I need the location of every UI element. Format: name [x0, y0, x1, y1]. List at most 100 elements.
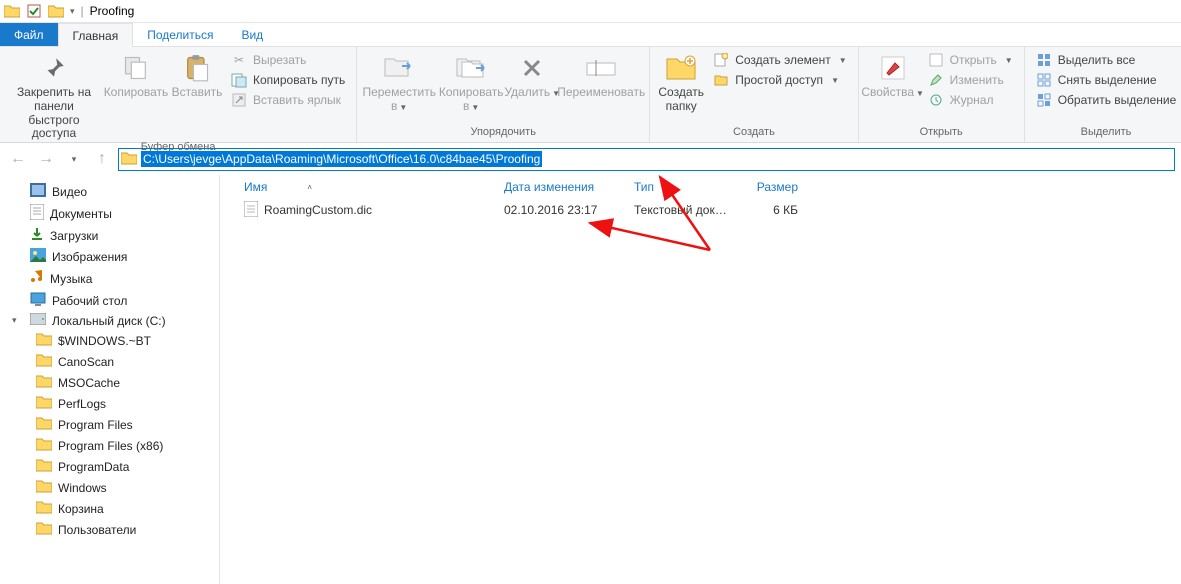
tree-item[interactable]: ProgramData	[2, 456, 217, 477]
folder-icon	[121, 151, 137, 168]
tree-item[interactable]: PerfLogs	[2, 393, 217, 414]
col-type[interactable]: Тип	[626, 180, 736, 194]
tab-share[interactable]: Поделиться	[133, 23, 227, 46]
easy-access-button[interactable]: Простой доступ▼	[710, 71, 849, 89]
desktop-icon	[30, 292, 46, 309]
properties-button[interactable]: Свойства▼	[865, 50, 921, 110]
move-to-button[interactable]: Переместить в▼	[363, 50, 435, 114]
rename-icon	[585, 52, 617, 84]
music-icon	[30, 269, 44, 288]
documents-icon	[30, 204, 44, 223]
back-button[interactable]: ←	[6, 147, 30, 171]
tree-item[interactable]: Пользователи	[2, 519, 217, 540]
ribbon: Закрепить на панели быстрого доступа Коп…	[0, 47, 1181, 143]
pictures-icon	[30, 248, 46, 265]
folder-icon	[36, 521, 52, 538]
select-none-button[interactable]: Снять выделение	[1033, 71, 1180, 89]
tree-item-downloads[interactable]: Загрузки	[2, 225, 217, 246]
address-text[interactable]: C:\Users\jevge\AppData\Roaming\Microsoft…	[141, 151, 542, 167]
copypath-icon	[231, 72, 247, 88]
tree-item[interactable]: Windows	[2, 477, 217, 498]
tree-item[interactable]: Program Files	[2, 414, 217, 435]
paste-icon	[181, 52, 213, 84]
history-button[interactable]: Журнал	[925, 91, 1016, 109]
new-item-button[interactable]: Создать элемент▼	[710, 51, 849, 69]
tree-item-video[interactable]: Видео	[2, 181, 217, 202]
tree-item[interactable]: MSOCache	[2, 372, 217, 393]
file-row[interactable]: RoamingCustom.dic02.10.2016 23:17Текстов…	[220, 199, 1181, 221]
paste-button[interactable]: Вставить	[170, 50, 224, 141]
newfolder-icon	[665, 52, 697, 84]
group-select: Выделить	[1031, 126, 1181, 140]
open-button[interactable]: Открыть▼	[925, 51, 1016, 69]
file-list[interactable]: Имя˄ Дата изменения Тип Размер RoamingCu…	[220, 175, 1181, 584]
copy-path-button[interactable]: Копировать путь	[228, 71, 348, 89]
up-button[interactable]: ↑	[90, 147, 114, 171]
copy-button[interactable]: Копировать	[104, 50, 168, 141]
delete-button[interactable]: Удалить▼	[507, 50, 557, 114]
copy-to-button[interactable]: Копировать в▼	[437, 50, 505, 114]
tree-item-localdisk[interactable]: ▾Локальный диск (C:)	[2, 311, 217, 330]
tree-item-desktop[interactable]: Рабочий стол	[2, 290, 217, 311]
tab-home[interactable]: Главная	[58, 23, 134, 47]
copy-icon	[120, 52, 152, 84]
col-name[interactable]: Имя˄	[236, 180, 496, 194]
tab-file[interactable]: Файл	[0, 23, 58, 46]
address-bar[interactable]: C:\Users\jevge\AppData\Roaming\Microsoft…	[118, 148, 1175, 171]
tree-item[interactable]: CanoScan	[2, 351, 217, 372]
folder-icon	[36, 374, 52, 391]
history-icon	[928, 92, 944, 108]
invert-icon	[1036, 92, 1052, 108]
tree-item-music[interactable]: Музыка	[2, 267, 217, 290]
address-bar-row: ← → ▾ ↑ C:\Users\jevge\AppData\Roaming\M…	[0, 143, 1181, 175]
folder-icon	[36, 500, 52, 517]
newitem-icon	[713, 52, 729, 68]
col-size[interactable]: Размер	[736, 180, 806, 194]
pin-icon	[38, 52, 70, 84]
group-organize: Упорядочить	[363, 126, 643, 140]
folder-icon	[36, 395, 52, 412]
edit-icon	[928, 72, 944, 88]
tab-view[interactable]: Вид	[227, 23, 277, 46]
qat-checkbox-icon[interactable]	[26, 3, 42, 19]
forward-button[interactable]: →	[34, 147, 58, 171]
scissors-icon: ✂	[231, 52, 247, 68]
navigation-pane[interactable]: Видео Документы Загрузки Изображения Муз…	[0, 175, 220, 584]
pin-to-quick-access-button[interactable]: Закрепить на панели быстрого доступа	[6, 50, 102, 141]
file-icon	[244, 201, 258, 220]
group-new: Создать	[656, 126, 851, 140]
recent-dropdown[interactable]: ▾	[62, 147, 86, 171]
moveto-icon	[383, 52, 415, 84]
select-all-button[interactable]: Выделить все	[1033, 51, 1180, 69]
col-date[interactable]: Дата изменения	[496, 180, 626, 194]
invert-selection-button[interactable]: Обратить выделение	[1033, 91, 1180, 109]
tree-item-documents[interactable]: Документы	[2, 202, 217, 225]
column-headers[interactable]: Имя˄ Дата изменения Тип Размер	[220, 175, 1181, 199]
qat-dropdown-icon[interactable]: ▾	[70, 6, 75, 17]
shortcut-icon	[231, 92, 247, 108]
properties-icon	[877, 52, 909, 84]
folder-icon	[36, 437, 52, 454]
tree-item[interactable]: Program Files (x86)	[2, 435, 217, 456]
selectall-icon	[1036, 52, 1052, 68]
sort-indicator-icon: ˄	[307, 183, 312, 192]
folder-icon	[36, 416, 52, 433]
edit-button[interactable]: Изменить	[925, 71, 1016, 89]
new-folder-button[interactable]: Создать папку	[656, 50, 706, 114]
open-icon	[928, 52, 944, 68]
drive-icon	[30, 313, 46, 328]
tree-item-pictures[interactable]: Изображения	[2, 246, 217, 267]
folder-icon	[36, 458, 52, 475]
folder-icon	[4, 3, 20, 19]
rename-button[interactable]: Переименовать	[559, 50, 643, 114]
folder-icon	[36, 353, 52, 370]
folder-icon	[36, 332, 52, 349]
tree-item[interactable]: $WINDOWS.~BT	[2, 330, 217, 351]
folder-icon	[48, 3, 64, 19]
ribbon-tabs: Файл Главная Поделиться Вид	[0, 23, 1181, 47]
titlebar: ▾ | Proofing	[0, 0, 1181, 23]
tree-item[interactable]: Корзина	[2, 498, 217, 519]
paste-shortcut-button[interactable]: Вставить ярлык	[228, 91, 348, 109]
cut-button[interactable]: ✂Вырезать	[228, 51, 348, 69]
selectnone-icon	[1036, 72, 1052, 88]
